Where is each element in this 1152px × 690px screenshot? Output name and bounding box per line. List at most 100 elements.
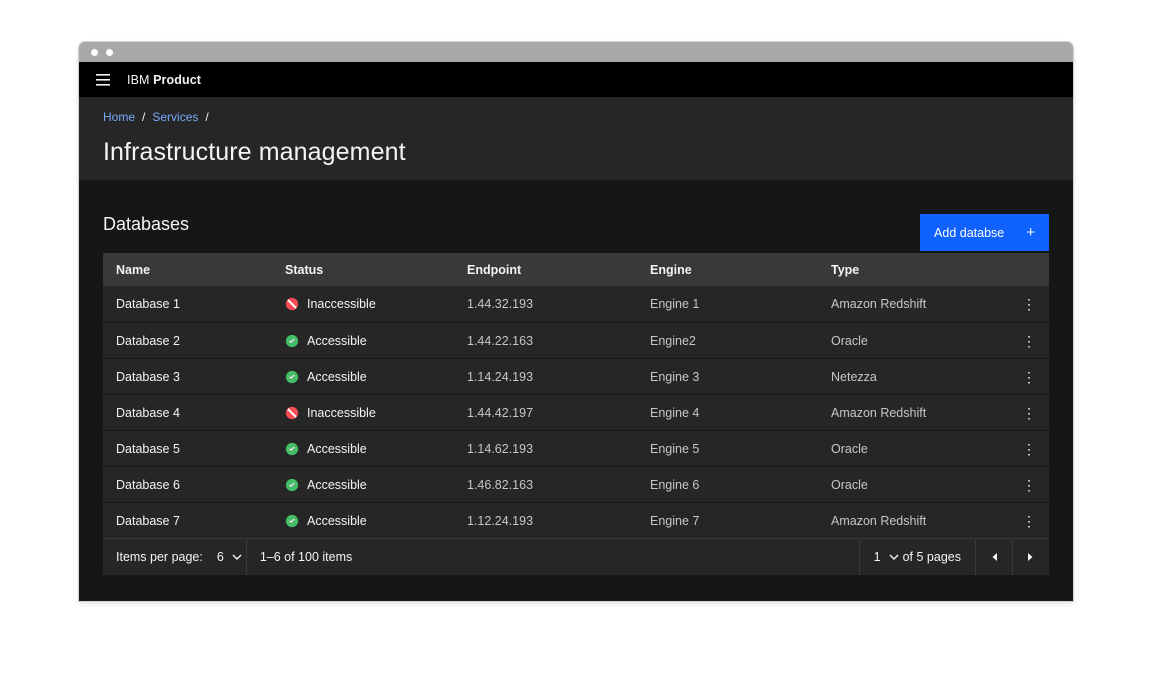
db-type-cell: Amazon Redshift <box>818 514 1009 528</box>
row-overflow-menu-button[interactable]: ⋮ <box>1013 361 1045 393</box>
db-endpoint-cell: 1.46.82.163 <box>454 478 637 492</box>
databases-table: Name Status Endpoint Engine Type Databas… <box>103 253 1049 538</box>
db-engine-cell: Engine 6 <box>637 478 818 492</box>
db-type-cell: Oracle <box>818 334 1009 348</box>
db-status-cell: Inaccessible <box>272 297 454 311</box>
db-type-cell: Netezza <box>818 370 1009 384</box>
plus-icon: + <box>1026 225 1035 240</box>
breadcrumb-link-home[interactable]: Home <box>103 110 135 124</box>
db-name-cell: Database 6 <box>103 478 272 492</box>
brand-prefix: IBM <box>127 73 150 87</box>
db-name-cell: Database 4 <box>103 406 272 420</box>
db-engine-cell: Engine 5 <box>637 442 818 456</box>
db-name-cell: Database 1 <box>103 297 272 311</box>
table-row: Database 1 Inaccessible 1.44.32.193 Engi… <box>103 286 1049 322</box>
breadcrumb-link-services[interactable]: Services <box>152 110 198 124</box>
menu-hamburger-button[interactable] <box>79 62 127 97</box>
inaccessible-status-icon <box>285 406 299 420</box>
chevron-down-icon <box>889 554 899 560</box>
pagination-bar: Items per page: 6 1–6 of 100 items 1 <box>103 538 1049 575</box>
brand-title: IBM Product <box>127 73 201 87</box>
db-status-cell: Accessible <box>272 442 454 456</box>
row-overflow-menu-button[interactable]: ⋮ <box>1013 433 1045 465</box>
db-status-cell: Accessible <box>272 514 454 528</box>
previous-page-button[interactable] <box>976 539 1012 575</box>
db-name-cell: Database 3 <box>103 370 272 384</box>
page-number-select[interactable]: 1 <box>860 539 903 575</box>
db-status-label: Accessible <box>307 514 367 528</box>
db-endpoint-cell: 1.12.24.193 <box>454 514 637 528</box>
accessible-status-icon <box>285 514 299 528</box>
table-body: Database 1 Inaccessible 1.44.32.193 Engi… <box>103 286 1049 538</box>
db-endpoint-cell: 1.44.42.197 <box>454 406 637 420</box>
db-engine-cell: Engine2 <box>637 334 818 348</box>
db-status-cell: Accessible <box>272 370 454 384</box>
db-engine-cell: Engine 7 <box>637 514 818 528</box>
row-overflow-menu-button[interactable]: ⋮ <box>1013 505 1045 537</box>
db-status-cell: Accessible <box>272 334 454 348</box>
next-page-button[interactable] <box>1013 539 1049 575</box>
app-header: IBM Product <box>79 62 1073 97</box>
pagination-pages-text: of 5 pages <box>903 539 975 575</box>
section-title: Databases <box>103 214 189 234</box>
brand-name: Product <box>153 73 201 87</box>
hamburger-icon <box>96 74 110 86</box>
inaccessible-status-icon <box>285 297 299 311</box>
row-overflow-menu-button[interactable]: ⋮ <box>1013 469 1045 501</box>
window-control-dot[interactable] <box>91 49 98 56</box>
db-endpoint-cell: 1.14.62.193 <box>454 442 637 456</box>
column-header-type: Type <box>818 263 1009 277</box>
page-number-value: 1 <box>874 550 881 564</box>
table-row: Database 2 Accessible 1.44.22.163 Engine… <box>103 322 1049 358</box>
column-header-status: Status <box>272 263 454 277</box>
page-title: Infrastructure management <box>103 138 1049 167</box>
accessible-status-icon <box>285 370 299 384</box>
db-type-cell: Amazon Redshift <box>818 406 1009 420</box>
db-status-label: Accessible <box>307 370 367 384</box>
chevron-down-icon <box>232 554 242 560</box>
table-row: Database 5 Accessible 1.14.62.193 Engine… <box>103 430 1049 466</box>
db-engine-cell: Engine 4 <box>637 406 818 420</box>
caret-left-icon <box>990 550 998 565</box>
accessible-status-icon <box>285 478 299 492</box>
row-overflow-menu-button[interactable]: ⋮ <box>1013 397 1045 429</box>
caret-right-icon <box>1027 550 1035 565</box>
window-control-dot[interactable] <box>106 49 113 56</box>
db-type-cell: Oracle <box>818 442 1009 456</box>
db-name-cell: Database 2 <box>103 334 272 348</box>
row-overflow-menu-button[interactable]: ⋮ <box>1013 288 1045 320</box>
row-overflow-menu-button[interactable]: ⋮ <box>1013 325 1045 357</box>
db-type-cell: Oracle <box>818 478 1009 492</box>
db-name-cell: Database 5 <box>103 442 272 456</box>
db-name-cell: Database 7 <box>103 514 272 528</box>
window-titlebar <box>79 42 1073 62</box>
accessible-status-icon <box>285 334 299 348</box>
db-type-cell: Amazon Redshift <box>818 297 1009 311</box>
items-per-page-label: Items per page: <box>116 550 203 564</box>
items-per-page-select[interactable]: 6 <box>213 539 246 575</box>
table-row: Database 3 Accessible 1.14.24.193 Engine… <box>103 358 1049 394</box>
db-endpoint-cell: 1.14.24.193 <box>454 370 637 384</box>
add-database-button[interactable]: Add databse + <box>920 214 1049 251</box>
breadcrumb: Home / Services / <box>103 110 1049 124</box>
add-database-button-label: Add databse <box>934 226 1004 240</box>
pagination-range-text: 1–6 of 100 items <box>247 539 352 575</box>
db-endpoint-cell: 1.44.22.163 <box>454 334 637 348</box>
table-row: Database 7 Accessible 1.12.24.193 Engine… <box>103 502 1049 538</box>
db-status-cell: Inaccessible <box>272 406 454 420</box>
table-header-row: Name Status Endpoint Engine Type <box>103 253 1049 286</box>
db-status-label: Accessible <box>307 442 367 456</box>
column-header-endpoint: Endpoint <box>454 263 637 277</box>
db-status-label: Inaccessible <box>307 406 376 420</box>
db-status-label: Accessible <box>307 478 367 492</box>
table-row: Database 6 Accessible 1.46.82.163 Engine… <box>103 466 1049 502</box>
table-row: Database 4 Inaccessible 1.44.42.197 Engi… <box>103 394 1049 430</box>
db-status-cell: Accessible <box>272 478 454 492</box>
db-engine-cell: Engine 3 <box>637 370 818 384</box>
accessible-status-icon <box>285 442 299 456</box>
column-header-engine: Engine <box>637 263 818 277</box>
breadcrumb-separator: / <box>142 110 145 124</box>
page-masthead: Home / Services / Infrastructure managem… <box>79 97 1073 180</box>
items-per-page-value: 6 <box>217 550 224 564</box>
db-endpoint-cell: 1.44.32.193 <box>454 297 637 311</box>
